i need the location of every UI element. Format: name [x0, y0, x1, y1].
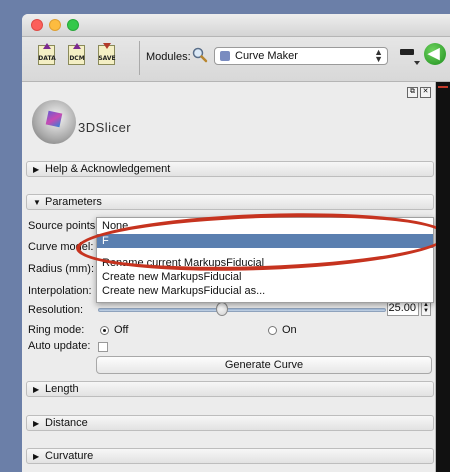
module-selector-value: Curve Maker	[235, 50, 298, 62]
collapsed-triangle-icon: ▶	[33, 419, 40, 428]
save-button[interactable]: SAVE	[96, 43, 118, 67]
dropdown-item-create-new-as[interactable]: Create new MarkupsFiducial as...	[97, 284, 433, 298]
resolution-label: Resolution:	[28, 304, 84, 316]
source-points-label: Source points:	[28, 220, 99, 232]
ring-on-radio[interactable]	[268, 326, 277, 335]
panel-controls: ⧉ ✕	[405, 84, 431, 98]
help-section-label: Help & Acknowledgement	[45, 163, 171, 175]
curve-model-label: Curve model:	[28, 241, 94, 253]
title-bar	[22, 14, 450, 37]
collapsed-triangle-icon: ▶	[33, 385, 40, 394]
distance-section-header[interactable]: ▶ Distance	[26, 415, 434, 431]
parameters-section-label: Parameters	[45, 196, 102, 208]
data-button[interactable]: DATA	[36, 43, 58, 67]
chevron-down-icon[interactable]	[414, 61, 420, 65]
radius-label: Radius (mm):	[28, 263, 95, 275]
ring-on-label: On	[282, 324, 297, 336]
distance-section-label: Distance	[45, 417, 88, 429]
logo-cube-icon	[45, 110, 63, 128]
logo-text: 3DSlicer	[78, 120, 132, 135]
dcm-button-label: DCM	[69, 55, 85, 62]
slicer-window: DATA DCM SAVE Modules: Curve Maker ▲ ▼ ◀ …	[22, 14, 450, 472]
resolution-spinbox[interactable]: 25.00	[387, 301, 419, 316]
resolution-slider-handle[interactable]	[215, 302, 228, 316]
modules-label: Modules:	[146, 51, 191, 63]
view-marker	[438, 86, 448, 88]
left-arrow-icon: ◀	[428, 45, 440, 62]
zoom-window-button[interactable]	[67, 19, 79, 31]
search-icon[interactable]	[192, 47, 208, 63]
expanded-triangle-icon: ▼	[33, 198, 41, 207]
auto-update-label: Auto update:	[28, 340, 91, 352]
save-button-label: SAVE	[98, 55, 116, 62]
download-arrow-icon	[103, 43, 111, 49]
chevron-updown-icon: ▲ ▼	[374, 47, 383, 64]
length-section-header[interactable]: ▶ Length	[26, 381, 434, 397]
spin-arrows-icon[interactable]: ▲ ▼	[421, 301, 431, 316]
minimize-window-button[interactable]	[49, 19, 61, 31]
ring-off-radio[interactable]	[100, 326, 109, 335]
dropdown-item-rename[interactable]: Rename current MarkupsFiducial	[97, 256, 433, 270]
curvature-section-header[interactable]: ▶ Curvature	[26, 448, 434, 464]
puzzle-piece-icon	[220, 51, 230, 61]
view-strip	[436, 82, 450, 472]
length-section-label: Length	[45, 383, 79, 395]
module-selector[interactable]: Curve Maker ▲ ▼	[214, 47, 388, 65]
resolution-slider-track[interactable]	[98, 308, 386, 312]
dropdown-item-f[interactable]: F	[97, 234, 433, 248]
curvature-section-label: Curvature	[45, 450, 94, 462]
slicer-logo	[32, 100, 76, 144]
interpolation-label: Interpolation:	[28, 285, 92, 297]
ring-mode-label: Ring mode:	[28, 324, 85, 336]
module-panel: ⧉ ✕ 3DSlicer ▶ Help & Acknowledgement ▼ P…	[22, 82, 449, 472]
dropdown-item-create-new[interactable]: Create new MarkupsFiducial	[97, 270, 433, 284]
close-icon[interactable]: ✕	[420, 87, 431, 98]
layout-icon[interactable]	[400, 49, 414, 55]
help-section-header[interactable]: ▶ Help & Acknowledgement	[26, 161, 434, 177]
data-button-label: DATA	[38, 55, 56, 62]
back-button[interactable]: ◀	[424, 43, 446, 65]
generate-curve-button[interactable]: Generate Curve	[96, 356, 432, 374]
main-toolbar: DATA DCM SAVE Modules: Curve Maker ▲ ▼ ◀	[22, 37, 450, 82]
upload-arrow-icon	[73, 43, 81, 49]
collapsed-triangle-icon: ▶	[33, 165, 40, 174]
dropdown-item-none[interactable]: None	[97, 219, 433, 233]
auto-update-checkbox[interactable]	[98, 342, 108, 352]
source-points-dropdown-popup: None F Rename current MarkupsFiducial Cr…	[96, 217, 434, 303]
toolbar-separator	[139, 41, 140, 75]
dcm-button[interactable]: DCM	[66, 43, 88, 67]
collapsed-triangle-icon: ▶	[33, 452, 40, 461]
upload-arrow-icon	[43, 43, 51, 49]
close-window-button[interactable]	[31, 19, 43, 31]
parameters-section-header[interactable]: ▼ Parameters	[26, 194, 434, 210]
ring-off-label: Off	[114, 324, 129, 336]
undock-icon[interactable]: ⧉	[407, 87, 418, 98]
